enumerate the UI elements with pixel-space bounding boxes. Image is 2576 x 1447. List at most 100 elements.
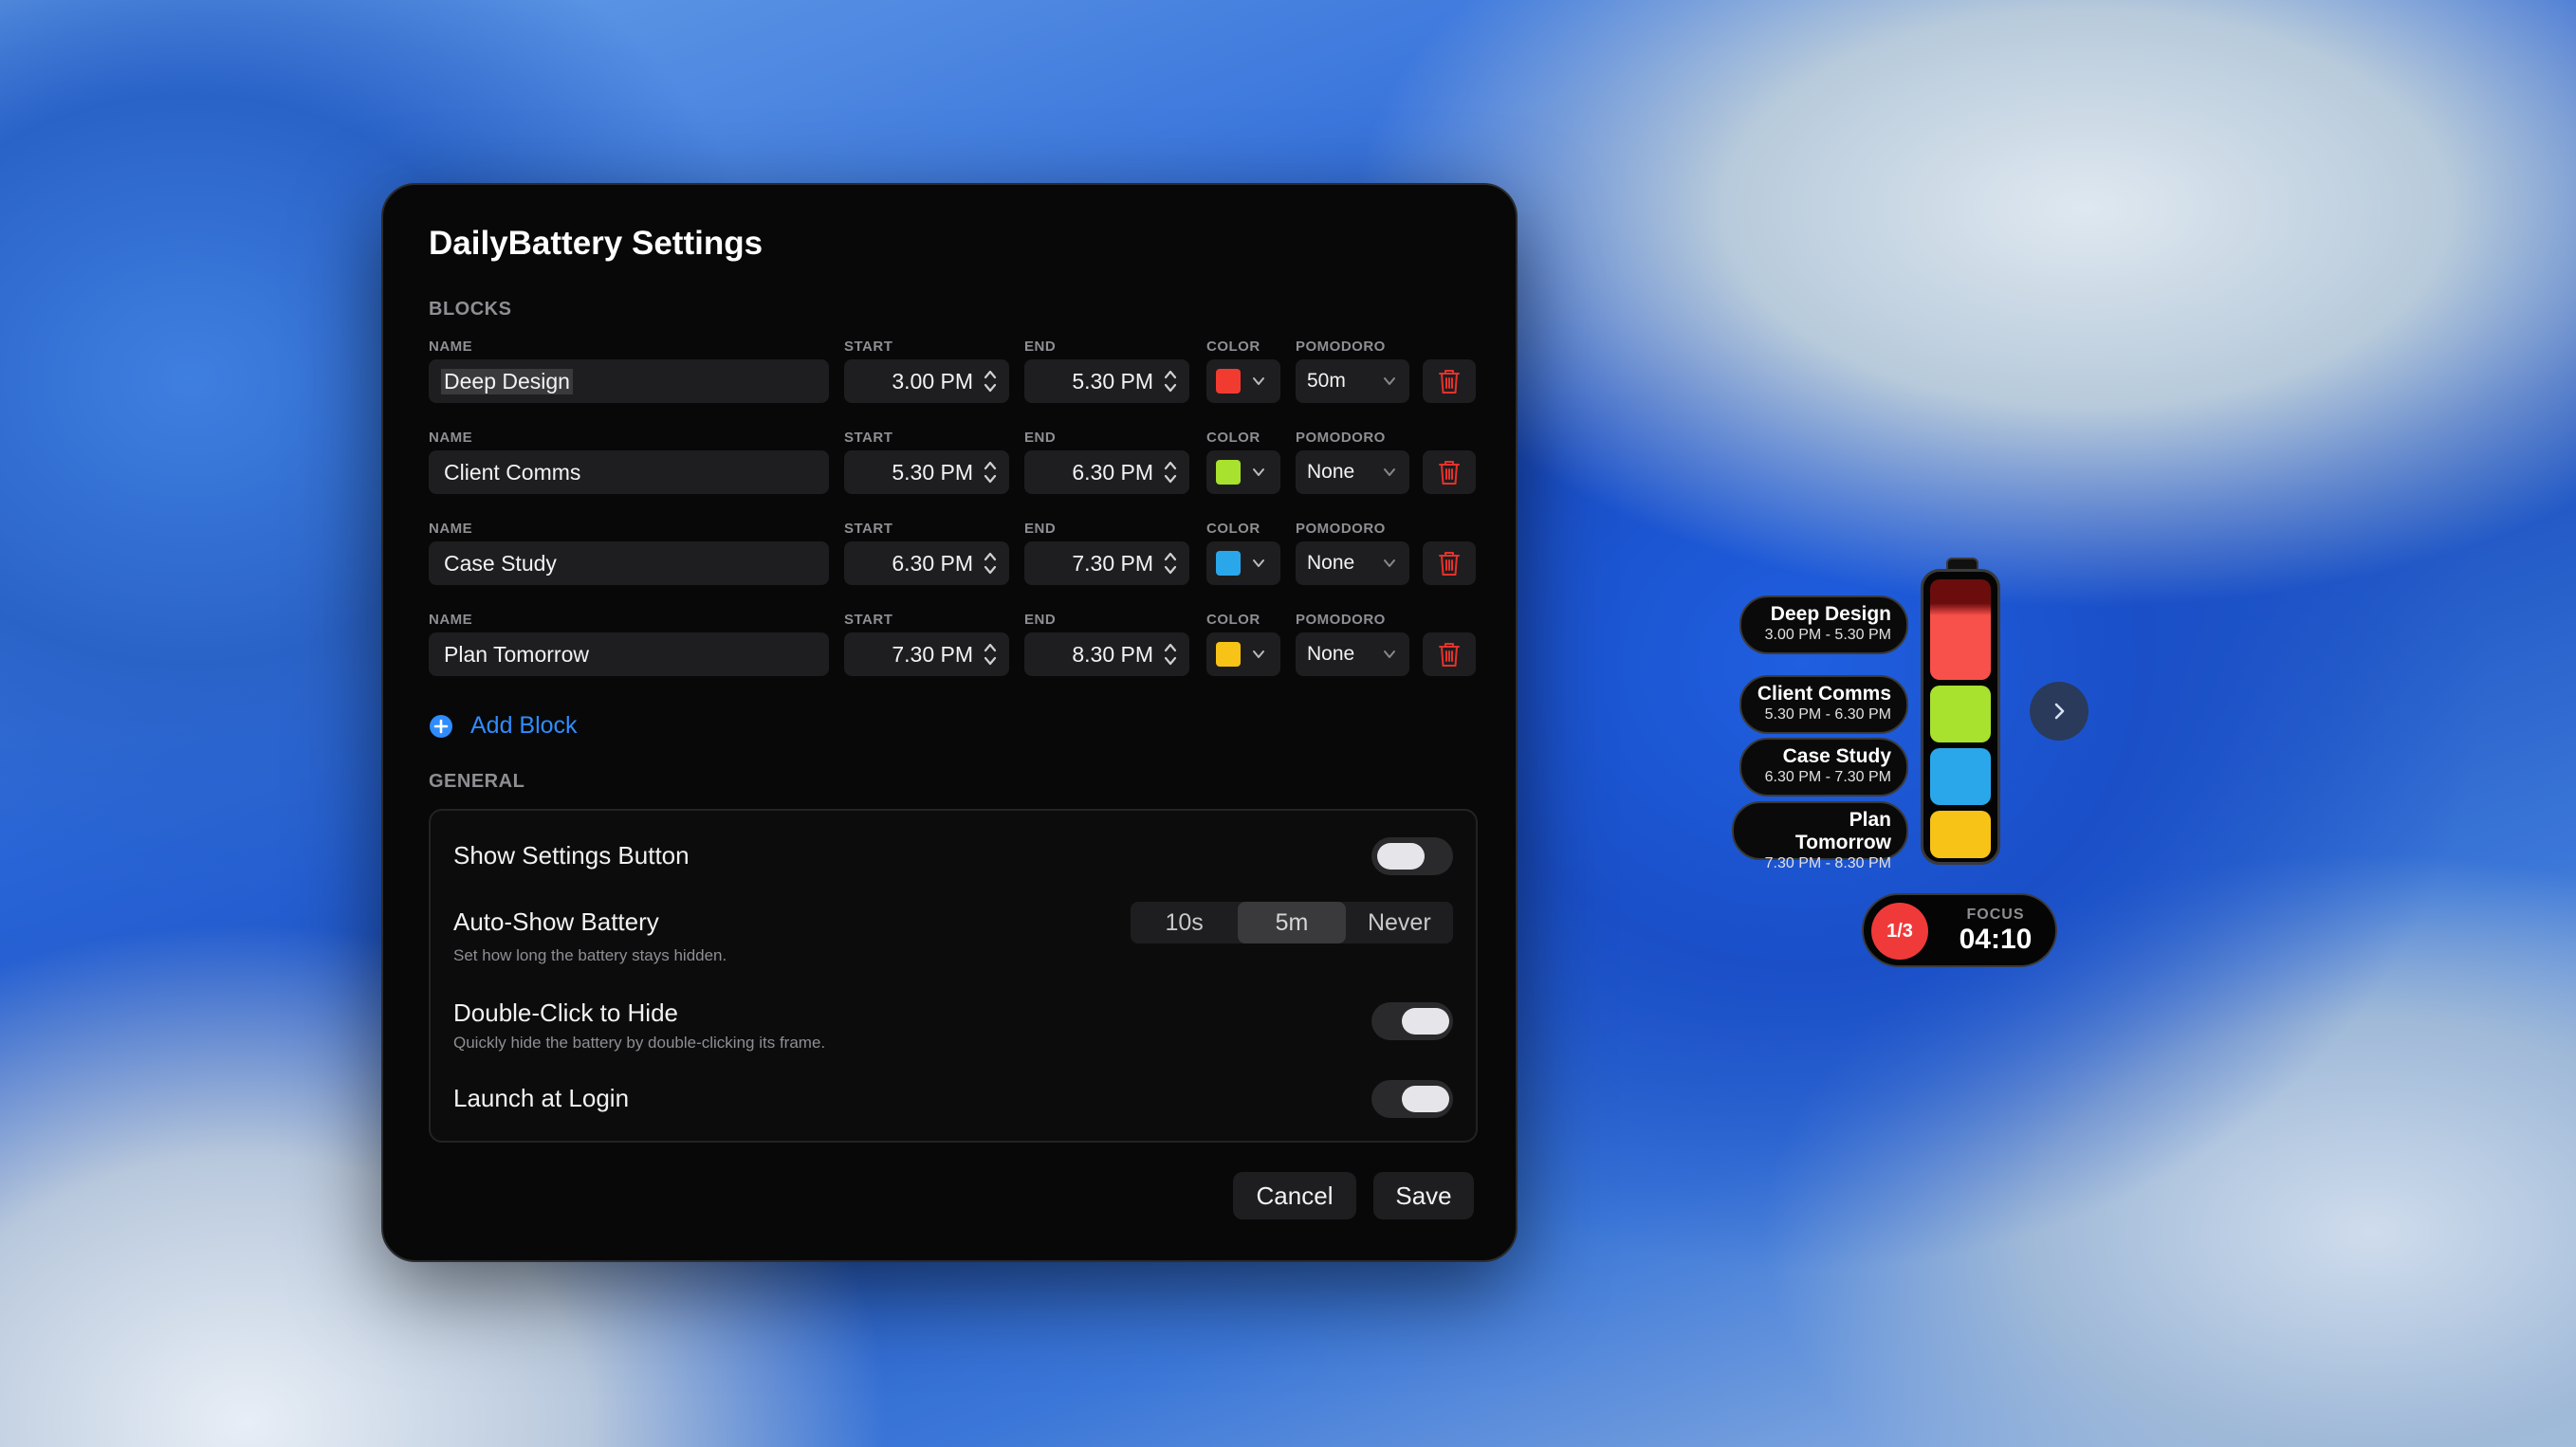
trash-icon bbox=[1439, 643, 1460, 667]
color-picker[interactable] bbox=[1206, 450, 1280, 494]
pill-time: 6.30 PM - 7.30 PM bbox=[1764, 769, 1891, 785]
start-time-value: 6.30 PM bbox=[892, 550, 973, 576]
start-time-stepper[interactable]: 3.00 PM bbox=[844, 359, 1009, 403]
name-label: NAME bbox=[429, 521, 473, 537]
pill-name: Plan Tomorrow bbox=[1794, 809, 1891, 853]
color-picker[interactable] bbox=[1206, 359, 1280, 403]
pill-time: 7.30 PM - 8.30 PM bbox=[1764, 855, 1891, 871]
launch-login-title: Launch at Login bbox=[453, 1084, 630, 1112]
battery-frame[interactable] bbox=[1921, 569, 2000, 865]
block-pill[interactable]: Case Study 6.30 PM - 7.30 PM bbox=[1739, 738, 1908, 797]
add-block-button[interactable]: Add Block bbox=[429, 712, 578, 740]
block-name-text: Case Study bbox=[444, 550, 557, 576]
block-pill[interactable]: Client Comms 5.30 PM - 6.30 PM bbox=[1739, 675, 1908, 734]
plus-circle-icon bbox=[430, 714, 452, 738]
color-label: COLOR bbox=[1206, 430, 1260, 446]
chevron-right-icon bbox=[2054, 703, 2065, 720]
pomodoro-value: None bbox=[1307, 461, 1355, 483]
up-down-chevrons-icon[interactable] bbox=[983, 367, 998, 395]
start-label: START bbox=[844, 339, 893, 355]
block-row: NAME START END COLOR POMODORO Case Study… bbox=[429, 521, 1481, 600]
end-time-stepper[interactable]: 6.30 PM bbox=[1024, 450, 1189, 494]
focus-time: 04:10 bbox=[1959, 924, 2033, 955]
chevron-down-icon bbox=[1253, 377, 1264, 385]
general-settings-group: Show Settings Button Auto-Show Battery S… bbox=[429, 809, 1478, 1143]
segment-5m[interactable]: 5m bbox=[1238, 902, 1346, 943]
cancel-button[interactable]: Cancel bbox=[1233, 1172, 1356, 1219]
color-swatch bbox=[1216, 642, 1241, 667]
color-picker[interactable] bbox=[1206, 632, 1280, 676]
block-pill[interactable]: Deep Design 3.00 PM - 5.30 PM bbox=[1739, 595, 1908, 654]
segment-never[interactable]: Never bbox=[1346, 902, 1453, 943]
auto-show-subtitle: Set how long the battery stays hidden. bbox=[453, 946, 727, 964]
delete-block-button[interactable] bbox=[1423, 632, 1476, 676]
pomodoro-select[interactable]: None bbox=[1296, 450, 1409, 494]
block-name-text: Client Comms bbox=[444, 459, 581, 485]
end-time-stepper[interactable]: 7.30 PM bbox=[1024, 541, 1189, 585]
chevron-down-icon bbox=[1384, 377, 1395, 385]
name-label: NAME bbox=[429, 430, 473, 446]
delete-block-button[interactable] bbox=[1423, 541, 1476, 585]
pomodoro-select[interactable]: 50m bbox=[1296, 359, 1409, 403]
auto-show-segmented-control: 10s 5m Never bbox=[1131, 902, 1453, 943]
block-name-text: Deep Design bbox=[441, 368, 573, 394]
block-name-text: Plan Tomorrow bbox=[444, 641, 589, 667]
double-click-toggle[interactable] bbox=[1371, 1002, 1453, 1040]
up-down-chevrons-icon[interactable] bbox=[983, 640, 998, 669]
launch-login-toggle[interactable] bbox=[1371, 1080, 1453, 1118]
start-label: START bbox=[844, 430, 893, 446]
start-time-stepper[interactable]: 5.30 PM bbox=[844, 450, 1009, 494]
block-name-input[interactable]: Deep Design bbox=[429, 359, 829, 403]
toggle-knob bbox=[1402, 1086, 1449, 1112]
name-label: NAME bbox=[429, 612, 473, 628]
up-down-chevrons-icon[interactable] bbox=[1163, 458, 1178, 486]
start-time-value: 3.00 PM bbox=[892, 368, 973, 394]
pill-name: Case Study bbox=[1782, 745, 1891, 767]
segment-10s[interactable]: 10s bbox=[1131, 902, 1238, 943]
save-button[interactable]: Save bbox=[1373, 1172, 1474, 1219]
end-label: END bbox=[1024, 339, 1057, 355]
up-down-chevrons-icon[interactable] bbox=[1163, 640, 1178, 669]
color-picker[interactable] bbox=[1206, 541, 1280, 585]
pill-name: Client Comms bbox=[1757, 683, 1891, 705]
toggle-knob bbox=[1402, 1008, 1449, 1035]
end-time-stepper[interactable]: 8.30 PM bbox=[1024, 632, 1189, 676]
color-swatch bbox=[1216, 551, 1241, 576]
chevron-down-icon bbox=[1384, 468, 1395, 476]
up-down-chevrons-icon[interactable] bbox=[983, 549, 998, 577]
pomodoro-select[interactable]: None bbox=[1296, 541, 1409, 585]
start-time-stepper[interactable]: 7.30 PM bbox=[844, 632, 1009, 676]
delete-block-button[interactable] bbox=[1423, 359, 1476, 403]
show-settings-title: Show Settings Button bbox=[453, 841, 690, 870]
up-down-chevrons-icon[interactable] bbox=[1163, 367, 1178, 395]
pomodoro-select[interactable]: None bbox=[1296, 632, 1409, 676]
show-settings-toggle[interactable] bbox=[1371, 837, 1453, 875]
start-time-stepper[interactable]: 6.30 PM bbox=[844, 541, 1009, 585]
battery-cell-plan-tomorrow bbox=[1930, 811, 1991, 858]
pomodoro-label: POMODORO bbox=[1296, 612, 1386, 628]
end-time-value: 7.30 PM bbox=[1072, 550, 1153, 576]
pomodoro-label: POMODORO bbox=[1296, 521, 1386, 537]
focus-label: FOCUS bbox=[1966, 907, 2025, 923]
double-click-title: Double-Click to Hide bbox=[453, 998, 678, 1027]
block-pill[interactable]: Plan Tomorrow 7.30 PM - 8.30 PM bbox=[1732, 801, 1908, 871]
delete-block-button[interactable] bbox=[1423, 450, 1476, 494]
window-title: DailyBattery Settings bbox=[429, 225, 764, 262]
up-down-chevrons-icon[interactable] bbox=[983, 458, 998, 486]
block-name-input[interactable]: Case Study bbox=[429, 541, 829, 585]
focus-timer[interactable]: 1/3 FOCUS 04:10 bbox=[1862, 893, 2057, 967]
next-button[interactable] bbox=[2030, 682, 2088, 741]
color-label: COLOR bbox=[1206, 612, 1260, 628]
name-label: NAME bbox=[429, 339, 473, 355]
start-label: START bbox=[844, 521, 893, 537]
end-label: END bbox=[1024, 612, 1057, 628]
general-heading: GENERAL bbox=[429, 771, 525, 792]
trash-icon bbox=[1439, 461, 1460, 485]
block-name-input[interactable]: Plan Tomorrow bbox=[429, 632, 829, 676]
blocks-heading: BLOCKS bbox=[429, 299, 512, 320]
block-name-input[interactable]: Client Comms bbox=[429, 450, 829, 494]
up-down-chevrons-icon[interactable] bbox=[1163, 549, 1178, 577]
double-click-subtitle: Quickly hide the battery by double-click… bbox=[453, 1034, 826, 1052]
end-time-stepper[interactable]: 5.30 PM bbox=[1024, 359, 1189, 403]
chevron-down-icon bbox=[1253, 650, 1264, 658]
